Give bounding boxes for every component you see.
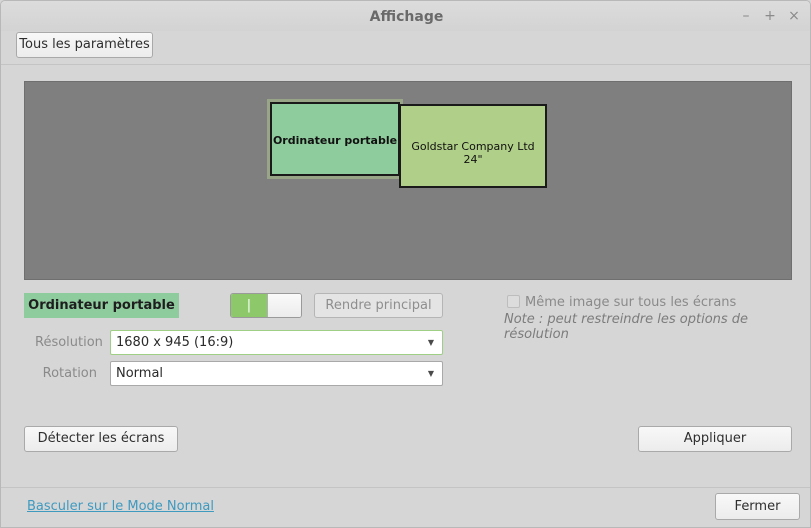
- chevron-down-icon: ▼: [427, 338, 434, 347]
- maximize-icon[interactable]: +: [763, 9, 777, 23]
- title-bar: Affichage – + ×: [1, 1, 810, 31]
- resolution-select[interactable]: 1680 x 945 (16:9) ▼: [110, 330, 443, 355]
- monitor-arrangement-area[interactable]: Ordinateur portable Goldstar Company Ltd…: [24, 81, 792, 280]
- toggle-on-indicator: |: [231, 294, 267, 317]
- window-title: Affichage: [369, 9, 444, 25]
- toggle-knob: [267, 294, 301, 317]
- close-button[interactable]: Fermer: [715, 493, 800, 520]
- mirror-label: Même image sur tous les écrans: [525, 295, 737, 310]
- resolution-value: 1680 x 945 (16:9): [116, 335, 234, 350]
- mirror-checkbox[interactable]: [507, 295, 520, 308]
- monitor-goldstar[interactable]: Goldstar Company Ltd 24": [399, 104, 547, 188]
- apply-button[interactable]: Appliquer: [638, 426, 792, 452]
- all-settings-button[interactable]: Tous les paramètres: [16, 32, 153, 58]
- mirror-note: Note : peut restreindre les options de r…: [504, 312, 749, 342]
- resolution-label: Résolution: [35, 335, 103, 350]
- chevron-down-icon: ▼: [427, 369, 434, 378]
- rotation-select[interactable]: Normal ▼: [110, 361, 443, 386]
- monitor-laptop[interactable]: Ordinateur portable: [267, 99, 403, 179]
- make-primary-button[interactable]: Rendre principal: [314, 293, 443, 318]
- divider: [1, 64, 810, 65]
- mirror-option[interactable]: Même image sur tous les écrans: [507, 295, 736, 311]
- rotation-label: Rotation: [42, 366, 97, 381]
- display-settings-window: Affichage – + × Tous les paramètres Ordi…: [0, 0, 811, 528]
- rotation-value: Normal: [116, 366, 164, 381]
- detect-displays-button[interactable]: Détecter les écrans: [24, 426, 178, 452]
- minimize-icon[interactable]: –: [739, 9, 753, 23]
- selected-monitor-name: Ordinateur portable: [24, 293, 179, 318]
- switch-mode-link[interactable]: Basculer sur le Mode Normal: [27, 499, 214, 514]
- divider: [1, 487, 810, 488]
- monitor-enable-toggle[interactable]: |: [230, 293, 302, 318]
- close-icon[interactable]: ×: [787, 9, 801, 23]
